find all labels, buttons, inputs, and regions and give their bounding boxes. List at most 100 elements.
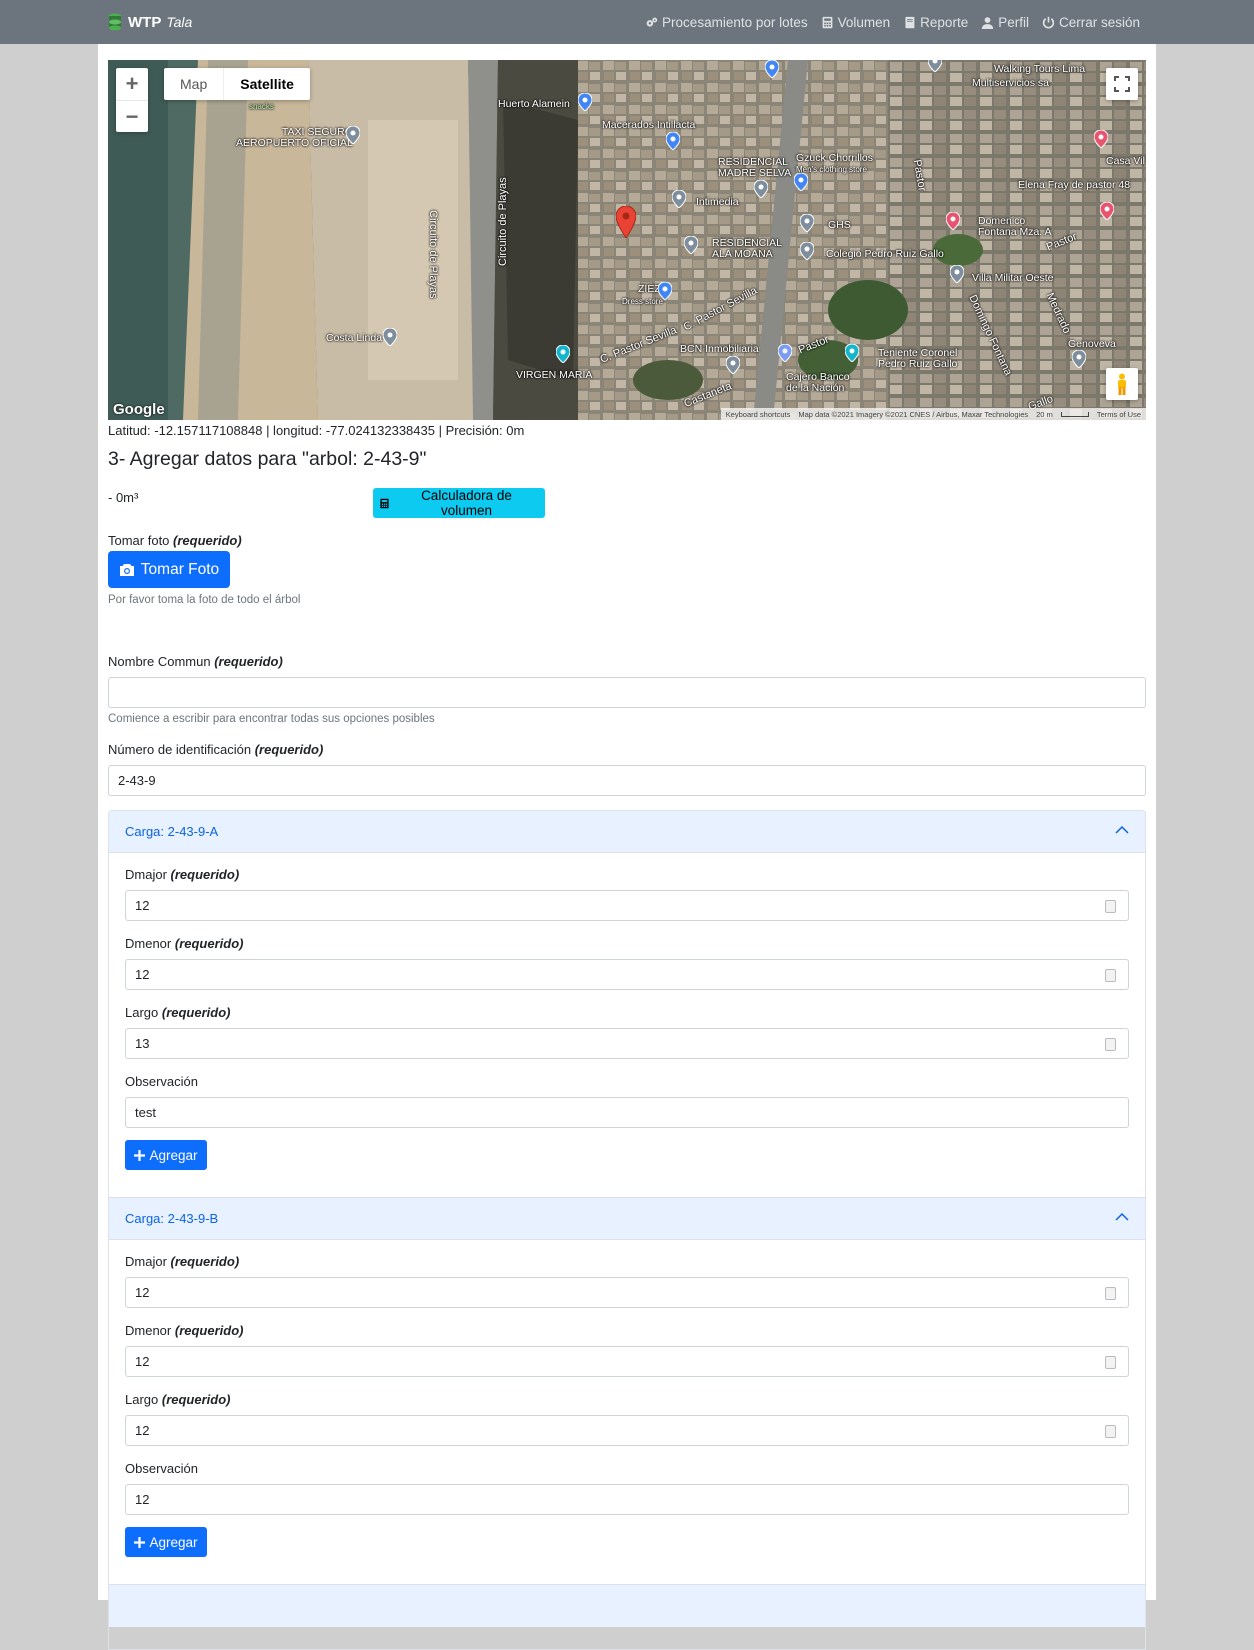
terms-link[interactable]: Terms of Use <box>1097 410 1141 419</box>
observation-input[interactable]: test <box>125 1097 1129 1128</box>
google-logo[interactable]: Google <box>113 401 165 418</box>
hotel-pin-icon[interactable] <box>1100 202 1114 220</box>
place-pin-icon[interactable] <box>754 180 768 198</box>
id-number-input[interactable]: 2-43-9 <box>108 765 1146 796</box>
camera-icon <box>119 563 134 576</box>
spinner-icon[interactable] <box>1105 969 1116 982</box>
hotel-pin-icon[interactable] <box>1094 130 1108 148</box>
carga-c-header[interactable] <box>109 1585 1145 1627</box>
spinner-icon[interactable] <box>1105 1287 1116 1300</box>
map-label[interactable]: BCN Inmobiliaria <box>680 344 759 355</box>
place-pin-icon[interactable] <box>726 356 740 374</box>
map-label[interactable]: Gzuck Chorrillos <box>796 153 873 164</box>
selected-location-marker-icon[interactable] <box>616 206 636 238</box>
add-carga-button[interactable]: Agregar <box>125 1140 207 1170</box>
dmenor-input[interactable]: 12 <box>125 1346 1129 1377</box>
bank-pin-icon[interactable] <box>778 344 792 362</box>
volume-calculator-button[interactable]: Calculadora de volumen <box>373 488 545 518</box>
spinner-icon[interactable] <box>1105 1038 1116 1051</box>
map-label[interactable]: Villa Militar Oeste <box>972 273 1054 284</box>
calculator-icon <box>380 498 389 508</box>
place-pin-icon[interactable] <box>950 265 964 283</box>
nav-link-batch[interactable]: Procesamiento por lotes <box>645 15 808 30</box>
dmenor-label-text: Dmenor <box>125 1323 172 1338</box>
map-label[interactable]: Huerto Alamein <box>498 99 570 110</box>
largo-label-text: Largo <box>125 1392 159 1407</box>
map-label[interactable]: Cajero Banco de la Nación <box>786 372 850 394</box>
dmajor-input[interactable]: 12 <box>125 890 1129 921</box>
pegman-icon <box>1118 373 1126 395</box>
carga-b-header[interactable]: Carga: 2-43-9-B <box>109 1198 1145 1240</box>
map-label[interactable]: Intimedia <box>696 197 739 208</box>
place-pin-icon[interactable] <box>383 328 397 346</box>
largo-input[interactable]: 12 <box>125 1415 1129 1446</box>
road-label: Circuito de Playas <box>427 210 439 299</box>
observation-label: Observación <box>125 1074 198 1089</box>
map-label[interactable]: Costa Linda <box>326 333 382 344</box>
place-pin-icon[interactable] <box>346 126 360 144</box>
largo-label: Largo (requerido) <box>125 1005 231 1020</box>
observation-input[interactable]: 12 <box>125 1484 1129 1515</box>
church-pin-icon[interactable] <box>556 345 570 363</box>
dmenor-input[interactable]: 12 <box>125 959 1129 990</box>
school-pin-icon[interactable] <box>800 242 814 260</box>
dmajor-input[interactable]: 12 <box>125 1277 1129 1308</box>
shop-pin-icon[interactable] <box>765 60 779 78</box>
map-label[interactable]: Macerados Intillacta <box>602 120 695 131</box>
spinner-icon[interactable] <box>1105 1356 1116 1369</box>
scale-text[interactable]: 20 m <box>1036 410 1053 419</box>
map-label[interactable]: VIRGEN MARIA <box>516 370 592 381</box>
page-title: 3- Agregar datos para "arbol: 2-43-9" <box>108 448 427 470</box>
map[interactable]: Walking Tours Lima Multiservicios sa Hue… <box>108 60 1146 420</box>
required-marker: (requerido) <box>170 1254 240 1269</box>
nav-link-logout[interactable]: Cerrar sesión <box>1042 15 1140 30</box>
spinner-icon[interactable] <box>1105 900 1116 913</box>
zoom-in-button[interactable]: + <box>116 68 148 100</box>
dmajor-label: Dmajor (requerido) <box>125 1254 239 1269</box>
take-photo-button[interactable]: Tomar Foto <box>108 551 230 588</box>
map-type-satellite-button[interactable]: Satellite <box>223 68 310 100</box>
common-name-input[interactable] <box>108 677 1146 708</box>
map-label[interactable]: Walking Tours Lima <box>994 64 1085 75</box>
add-carga-button[interactable]: Agregar <box>125 1527 207 1557</box>
map-label[interactable]: Genoveva <box>1068 339 1116 350</box>
map-label[interactable]: TAXI SEGURO AEROPUERTO OFICIAL <box>236 127 353 149</box>
brand[interactable]: WTP Tala <box>108 0 192 44</box>
observation-label-text: Observación <box>125 1461 198 1476</box>
map-type-map-button[interactable]: Map <box>164 68 223 100</box>
map-label[interactable]: GHS <box>828 220 851 231</box>
carga-a-header[interactable]: Carga: 2-43-9-A <box>109 811 1145 853</box>
shop-pin-icon[interactable] <box>578 93 592 111</box>
largo-input[interactable]: 13 <box>125 1028 1129 1059</box>
map-label[interactable]: Colegio Pedro Ruiz Gallo <box>826 249 944 260</box>
chevron-up-icon <box>1115 825 1129 834</box>
shop-pin-icon[interactable] <box>666 132 680 150</box>
map-label[interactable]: Multiservicios sa <box>972 78 1049 89</box>
place-pin-icon[interactable] <box>1072 350 1086 368</box>
keyboard-shortcuts-link[interactable]: Keyboard shortcuts <box>726 410 791 419</box>
observation-label: Observación <box>125 1461 198 1476</box>
place-pin-icon[interactable] <box>928 60 942 72</box>
map-label[interactable]: Teniente Coronel Pedro Ruiz Gallo <box>878 348 957 370</box>
place-pin-icon[interactable] <box>672 190 686 208</box>
hotel-pin-icon[interactable] <box>946 212 960 230</box>
map-label[interactable]: Elena Fray de pastor 48 <box>1018 180 1130 191</box>
monument-pin-icon[interactable] <box>845 344 859 362</box>
fullscreen-button[interactable] <box>1106 68 1138 100</box>
shop-pin-icon[interactable] <box>794 173 808 191</box>
spinner-icon[interactable] <box>1105 1425 1116 1438</box>
street-view-pegman[interactable] <box>1106 368 1138 400</box>
place-pin-icon[interactable] <box>800 214 814 232</box>
nav-link-report[interactable]: Reporte <box>903 15 968 30</box>
nav-link-profile[interactable]: Perfil <box>981 15 1029 30</box>
zoom-out-button[interactable]: − <box>116 100 148 132</box>
map-label[interactable]: RESIDENCIAL ALA MOANA <box>712 238 782 260</box>
road-label: Circuito de Playas <box>497 177 509 266</box>
map-label[interactable]: Domenico Fontana Mza. A <box>978 216 1052 238</box>
place-pin-icon[interactable] <box>684 236 698 254</box>
shop-pin-icon[interactable] <box>658 282 672 300</box>
nav-link-volume[interactable]: Volumen <box>821 15 890 30</box>
dmenor-label-text: Dmenor <box>125 936 172 951</box>
map-label[interactable]: Casa Vil <box>1106 156 1145 167</box>
map-label[interactable]: RESIDENCIAL MADRE SELVA <box>718 157 791 179</box>
